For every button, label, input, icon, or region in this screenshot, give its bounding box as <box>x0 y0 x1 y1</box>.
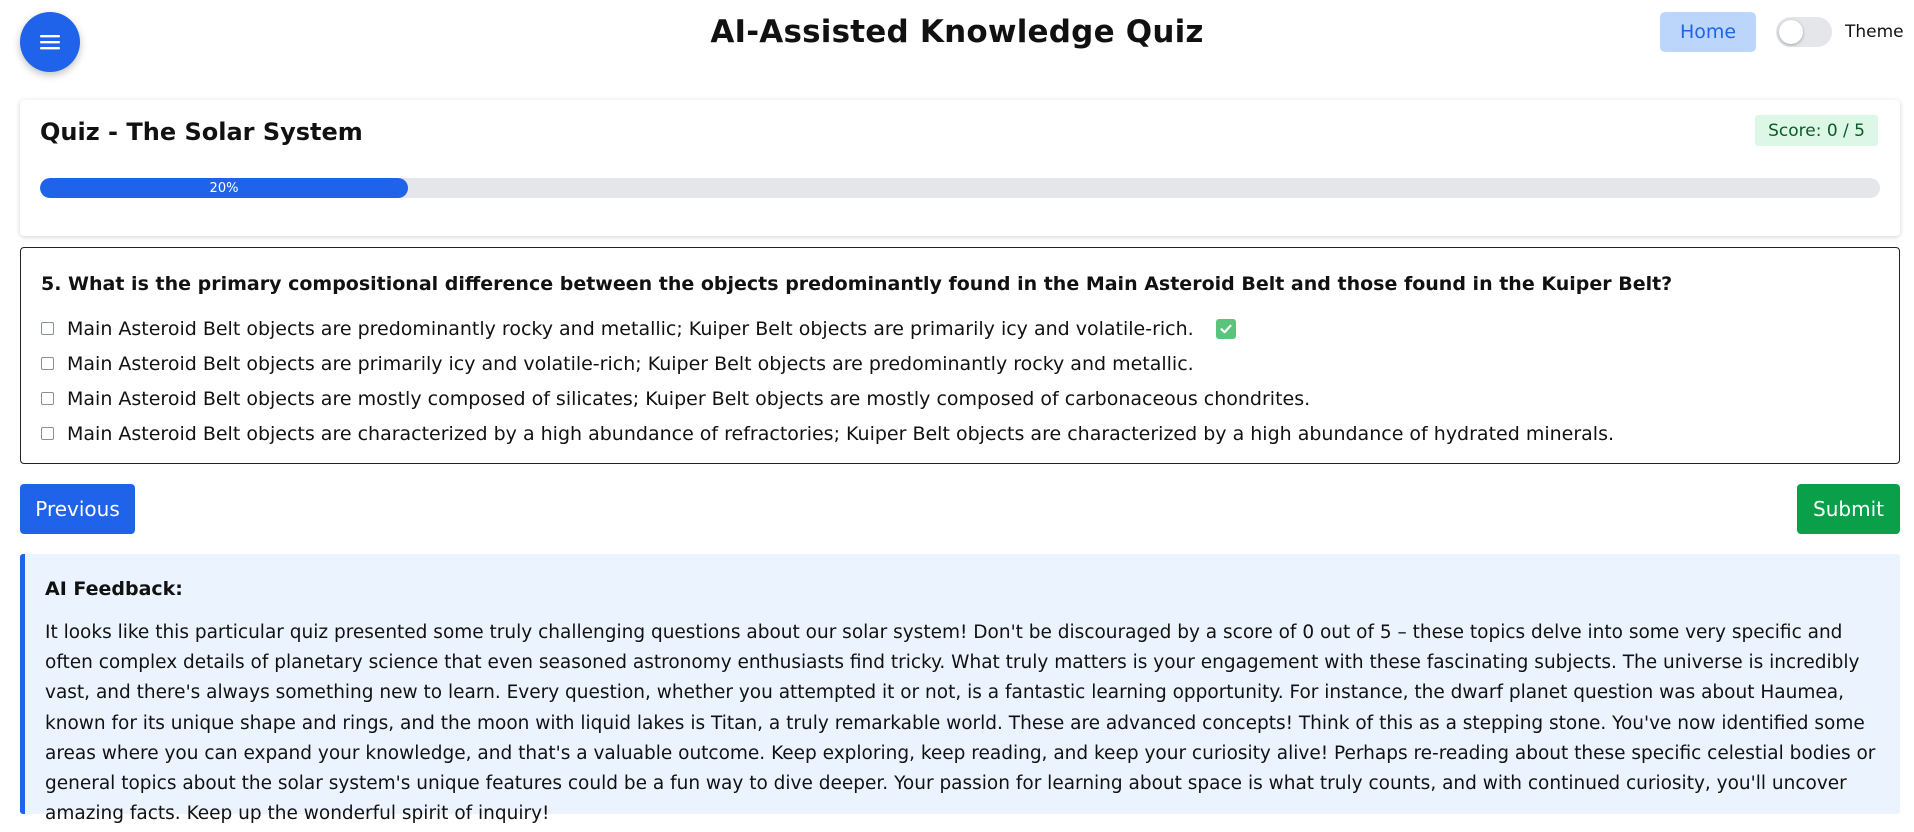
theme-label: Theme <box>1845 22 1904 42</box>
progress-fill: 20% <box>40 178 408 198</box>
correct-answer-icon <box>1215 318 1236 339</box>
score-badge: Score: 0 / 5 <box>1755 115 1878 146</box>
quiz-title: Quiz - The Solar System <box>40 118 363 146</box>
theme-toggle[interactable] <box>1776 17 1832 47</box>
option-label: Main Asteroid Belt objects are character… <box>67 422 1615 445</box>
option-checkbox[interactable] <box>41 357 54 370</box>
answer-option[interactable]: Main Asteroid Belt objects are primarily… <box>41 346 1614 381</box>
option-label: Main Asteroid Belt objects are predomina… <box>67 317 1194 340</box>
option-checkbox[interactable] <box>41 392 54 405</box>
answer-option[interactable]: Main Asteroid Belt objects are mostly co… <box>41 381 1614 416</box>
home-button[interactable]: Home <box>1660 12 1756 52</box>
options-list: Main Asteroid Belt objects are predomina… <box>41 311 1614 451</box>
question-text: 5. What is the primary compositional dif… <box>41 273 1673 295</box>
app-title: AI-Assisted Knowledge Quiz <box>710 14 1204 50</box>
feedback-text: It looks like this particular quiz prese… <box>45 622 1876 825</box>
question-card: 5. What is the primary compositional dif… <box>20 247 1900 464</box>
ai-feedback-panel: AI Feedback: It looks like this particul… <box>20 554 1900 824</box>
submit-button[interactable]: Submit <box>1797 484 1900 534</box>
feedback-title: AI Feedback: <box>45 578 183 600</box>
answer-option[interactable]: Main Asteroid Belt objects are character… <box>41 416 1614 451</box>
option-label: Main Asteroid Belt objects are mostly co… <box>67 387 1311 410</box>
option-label: Main Asteroid Belt objects are primarily… <box>67 352 1194 375</box>
quiz-header-card: Quiz - The Solar System Score: 0 / 5 20% <box>20 100 1900 236</box>
previous-button[interactable]: Previous <box>20 484 135 534</box>
quiz-app: AI-Assisted Knowledge Quiz Home Theme Qu… <box>0 0 1914 832</box>
app-header: AI-Assisted Knowledge Quiz Home Theme <box>0 0 1914 72</box>
theme-toggle-knob <box>1779 20 1803 44</box>
answer-option[interactable]: Main Asteroid Belt objects are predomina… <box>41 311 1614 346</box>
progress-bar: 20% <box>40 178 1880 198</box>
option-checkbox[interactable] <box>41 322 54 335</box>
progress-label: 20% <box>209 180 239 196</box>
option-checkbox[interactable] <box>41 427 54 440</box>
